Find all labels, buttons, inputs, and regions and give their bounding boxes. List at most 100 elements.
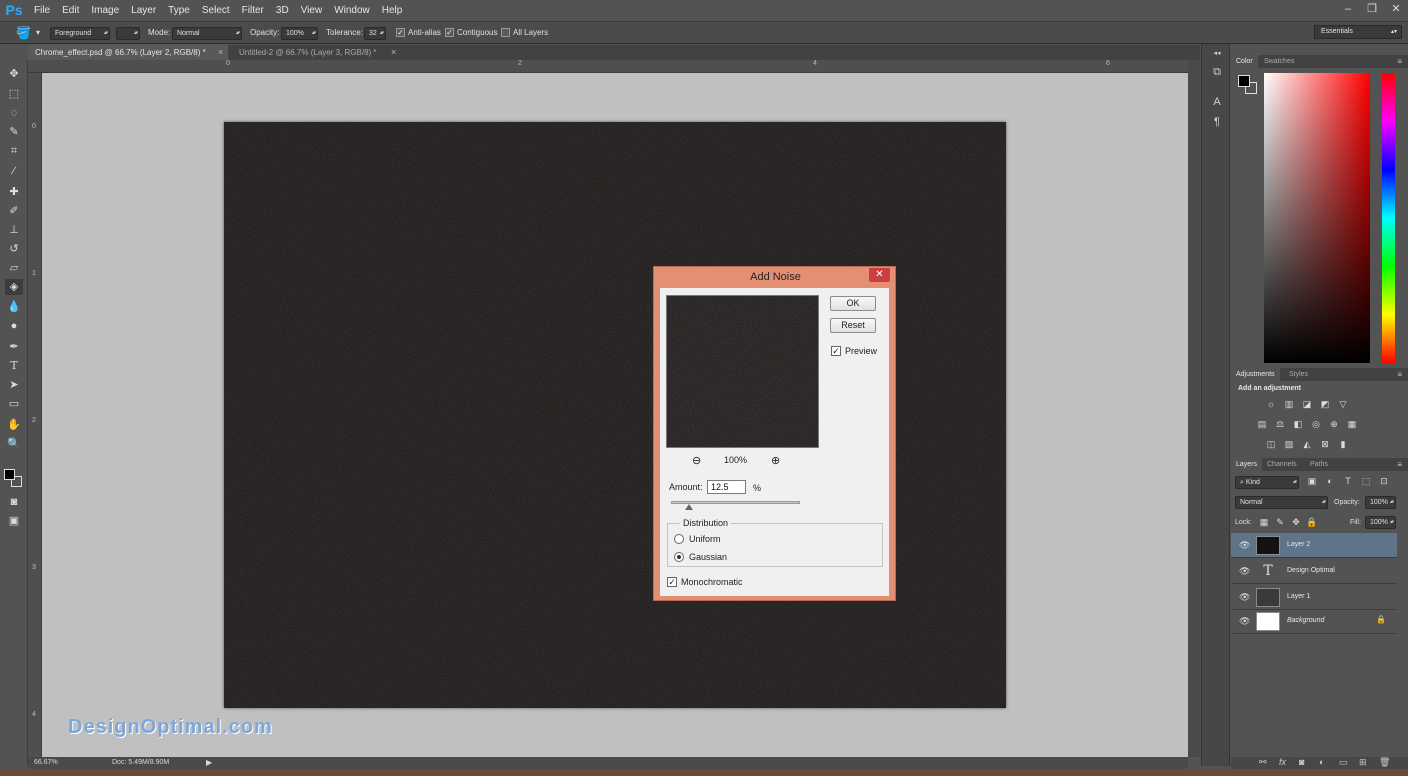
workspace-switcher[interactable]: Essentials ▴▾ bbox=[1314, 25, 1402, 39]
invert-icon[interactable]: ◫ bbox=[1265, 439, 1277, 450]
visibility-eye-icon[interactable]: 👁 bbox=[1239, 592, 1250, 603]
dialog-close-button[interactable]: ✕ bbox=[869, 268, 890, 282]
paint-bucket-icon[interactable]: 🪣 bbox=[16, 26, 31, 40]
tab-untitled-2[interactable]: Untitled-2 @ 66.7% (Layer 3, RGB/8) * × bbox=[232, 45, 402, 60]
menu-image[interactable]: Image bbox=[85, 0, 125, 21]
visibility-eye-icon[interactable]: 👁 bbox=[1239, 566, 1250, 577]
monochromatic-checkbox[interactable]: ✓ bbox=[667, 577, 677, 587]
crop-tool-icon[interactable]: ⌗ bbox=[5, 143, 23, 159]
screen-mode-icon[interactable]: ▣ bbox=[5, 513, 23, 529]
layer-opacity-field[interactable]: 100% bbox=[1365, 496, 1396, 509]
zoom-out-icon[interactable]: ⊖ bbox=[692, 454, 701, 467]
tool-preset-arrow-icon[interactable]: ▾ bbox=[36, 26, 40, 40]
history-brush-tool-icon[interactable]: ↺ bbox=[5, 241, 23, 257]
layer-row[interactable]: 👁 T Design Optimal bbox=[1231, 559, 1397, 584]
menu-layer[interactable]: Layer bbox=[125, 0, 162, 21]
noise-preview[interactable] bbox=[666, 295, 819, 448]
selective-color-icon[interactable]: ▮ bbox=[1337, 439, 1349, 450]
panel-menu-icon[interactable]: ≡ bbox=[1397, 55, 1402, 68]
menu-edit[interactable]: Edit bbox=[56, 0, 85, 21]
blend-mode-dropdown[interactable]: Normal bbox=[1235, 496, 1328, 509]
tab-color[interactable]: Color bbox=[1231, 55, 1258, 68]
gaussian-radio[interactable] bbox=[674, 552, 684, 562]
photo-filter-icon[interactable]: ◎ bbox=[1310, 419, 1322, 430]
exposure-icon[interactable]: ◩ bbox=[1319, 399, 1331, 410]
link-layers-icon[interactable]: ⚯ bbox=[1259, 757, 1267, 768]
filter-pixel-icon[interactable]: ▣ bbox=[1306, 476, 1318, 487]
menu-select[interactable]: Select bbox=[196, 0, 236, 21]
amount-slider-handle[interactable] bbox=[685, 504, 693, 510]
black-white-icon[interactable]: ◧ bbox=[1292, 419, 1304, 430]
layer-row[interactable]: 👁 Layer 2 bbox=[1231, 533, 1397, 558]
delete-layer-icon[interactable]: 🗑 bbox=[1379, 757, 1390, 768]
eyedropper-tool-icon[interactable]: ⁄ bbox=[5, 163, 23, 179]
menu-window[interactable]: Window bbox=[328, 0, 376, 21]
panel-menu-icon[interactable]: ≡ bbox=[1397, 458, 1402, 471]
quick-mask-icon[interactable]: ◙ bbox=[5, 494, 23, 510]
marquee-tool-icon[interactable]: ⬚ bbox=[5, 86, 23, 102]
paint-bucket-tool-icon[interactable]: ◈ bbox=[5, 279, 23, 295]
threshold-icon[interactable]: ◭ bbox=[1301, 439, 1313, 450]
status-menu-arrow-icon[interactable]: ▶ bbox=[206, 757, 212, 769]
tab-channels[interactable]: Channels bbox=[1262, 458, 1302, 471]
menu-3d[interactable]: 3D bbox=[270, 0, 295, 21]
foreground-color-swatch[interactable] bbox=[4, 469, 15, 480]
visibility-eye-icon[interactable]: 👁 bbox=[1239, 540, 1250, 551]
new-adjustment-icon[interactable]: ◐ bbox=[1319, 757, 1324, 767]
filter-shape-icon[interactable]: ⬚ bbox=[1360, 476, 1372, 487]
opacity-field[interactable]: 100% bbox=[281, 27, 318, 40]
layer-row[interactable]: 👁 Background 🔒 bbox=[1231, 609, 1397, 634]
character-panel-icon[interactable]: A bbox=[1208, 94, 1226, 110]
collapse-arrows-icon[interactable]: ◂◂ bbox=[1208, 46, 1226, 62]
rectangle-tool-icon[interactable]: ▭ bbox=[5, 396, 23, 412]
dodge-tool-icon[interactable]: ● bbox=[5, 318, 23, 334]
layer-row[interactable]: 👁 Layer 1 bbox=[1231, 585, 1397, 610]
brightness-icon[interactable]: ☼ bbox=[1265, 399, 1277, 410]
clone-stamp-tool-icon[interactable]: ⊥ bbox=[5, 222, 23, 238]
type-tool-icon[interactable]: T bbox=[5, 358, 23, 374]
new-group-icon[interactable]: ▭ bbox=[1339, 757, 1348, 768]
hue-slider[interactable] bbox=[1382, 73, 1395, 363]
levels-icon[interactable]: ▥ bbox=[1283, 399, 1295, 410]
anti-alias-checkbox[interactable]: ✓ bbox=[396, 28, 405, 37]
new-layer-icon[interactable]: ⊞ bbox=[1359, 757, 1367, 768]
tolerance-field[interactable]: 32 bbox=[364, 27, 386, 40]
paragraph-panel-icon[interactable]: ¶ bbox=[1208, 114, 1226, 130]
quick-selection-tool-icon[interactable]: ✎ bbox=[5, 124, 23, 140]
healing-brush-tool-icon[interactable]: ✚ bbox=[5, 184, 23, 200]
contiguous-checkbox[interactable]: ✓ bbox=[445, 28, 454, 37]
add-mask-icon[interactable]: ◙ bbox=[1299, 757, 1304, 767]
menu-view[interactable]: View bbox=[295, 0, 329, 21]
eraser-tool-icon[interactable]: ▱ bbox=[5, 260, 23, 276]
ok-button[interactable]: OK bbox=[830, 296, 876, 311]
pen-tool-icon[interactable]: ✒ bbox=[5, 339, 23, 355]
blur-tool-icon[interactable]: 💧 bbox=[5, 299, 23, 315]
move-tool-icon[interactable]: ✥ bbox=[5, 66, 23, 82]
zoom-tool-icon[interactable]: 🔍 bbox=[5, 436, 23, 452]
lock-transparent-icon[interactable]: ▦ bbox=[1258, 517, 1270, 528]
posterize-icon[interactable]: ▨ bbox=[1283, 439, 1295, 450]
filter-type-icon[interactable]: T bbox=[1342, 476, 1354, 487]
color-panel-foreground[interactable] bbox=[1238, 75, 1250, 87]
restore-button[interactable]: ❐ bbox=[1360, 0, 1384, 18]
hue-saturation-icon[interactable]: ▤ bbox=[1256, 419, 1268, 430]
tab-chrome-effect[interactable]: Chrome_effect.psd @ 66.7% (Layer 2, RGB/… bbox=[28, 45, 228, 60]
fx-icon[interactable]: fx bbox=[1279, 757, 1286, 767]
tab-swatches[interactable]: Swatches bbox=[1259, 55, 1299, 68]
all-layers-checkbox[interactable] bbox=[501, 28, 510, 37]
path-selection-tool-icon[interactable]: ➤ bbox=[5, 377, 23, 393]
tab-adjustments[interactable]: Adjustments bbox=[1231, 368, 1280, 381]
layer-filter-dropdown[interactable]: ⌕ Kind bbox=[1235, 476, 1299, 489]
menu-file[interactable]: File bbox=[28, 0, 56, 21]
tab-styles[interactable]: Styles bbox=[1284, 368, 1313, 381]
filter-smart-object-icon[interactable]: ⊡ bbox=[1378, 476, 1390, 487]
panel-menu-icon[interactable]: ≡ bbox=[1397, 368, 1402, 381]
zoom-in-icon[interactable]: ⊕ bbox=[771, 454, 780, 467]
curves-icon[interactable]: ◪ bbox=[1301, 399, 1313, 410]
mode-dropdown[interactable]: Normal bbox=[172, 27, 242, 40]
close-tab-icon[interactable]: × bbox=[218, 45, 223, 60]
visibility-eye-icon[interactable]: 👁 bbox=[1239, 616, 1250, 627]
channel-mixer-icon[interactable]: ⊕ bbox=[1328, 419, 1340, 430]
menu-help[interactable]: Help bbox=[376, 0, 409, 21]
reset-button[interactable]: Reset bbox=[830, 318, 876, 333]
